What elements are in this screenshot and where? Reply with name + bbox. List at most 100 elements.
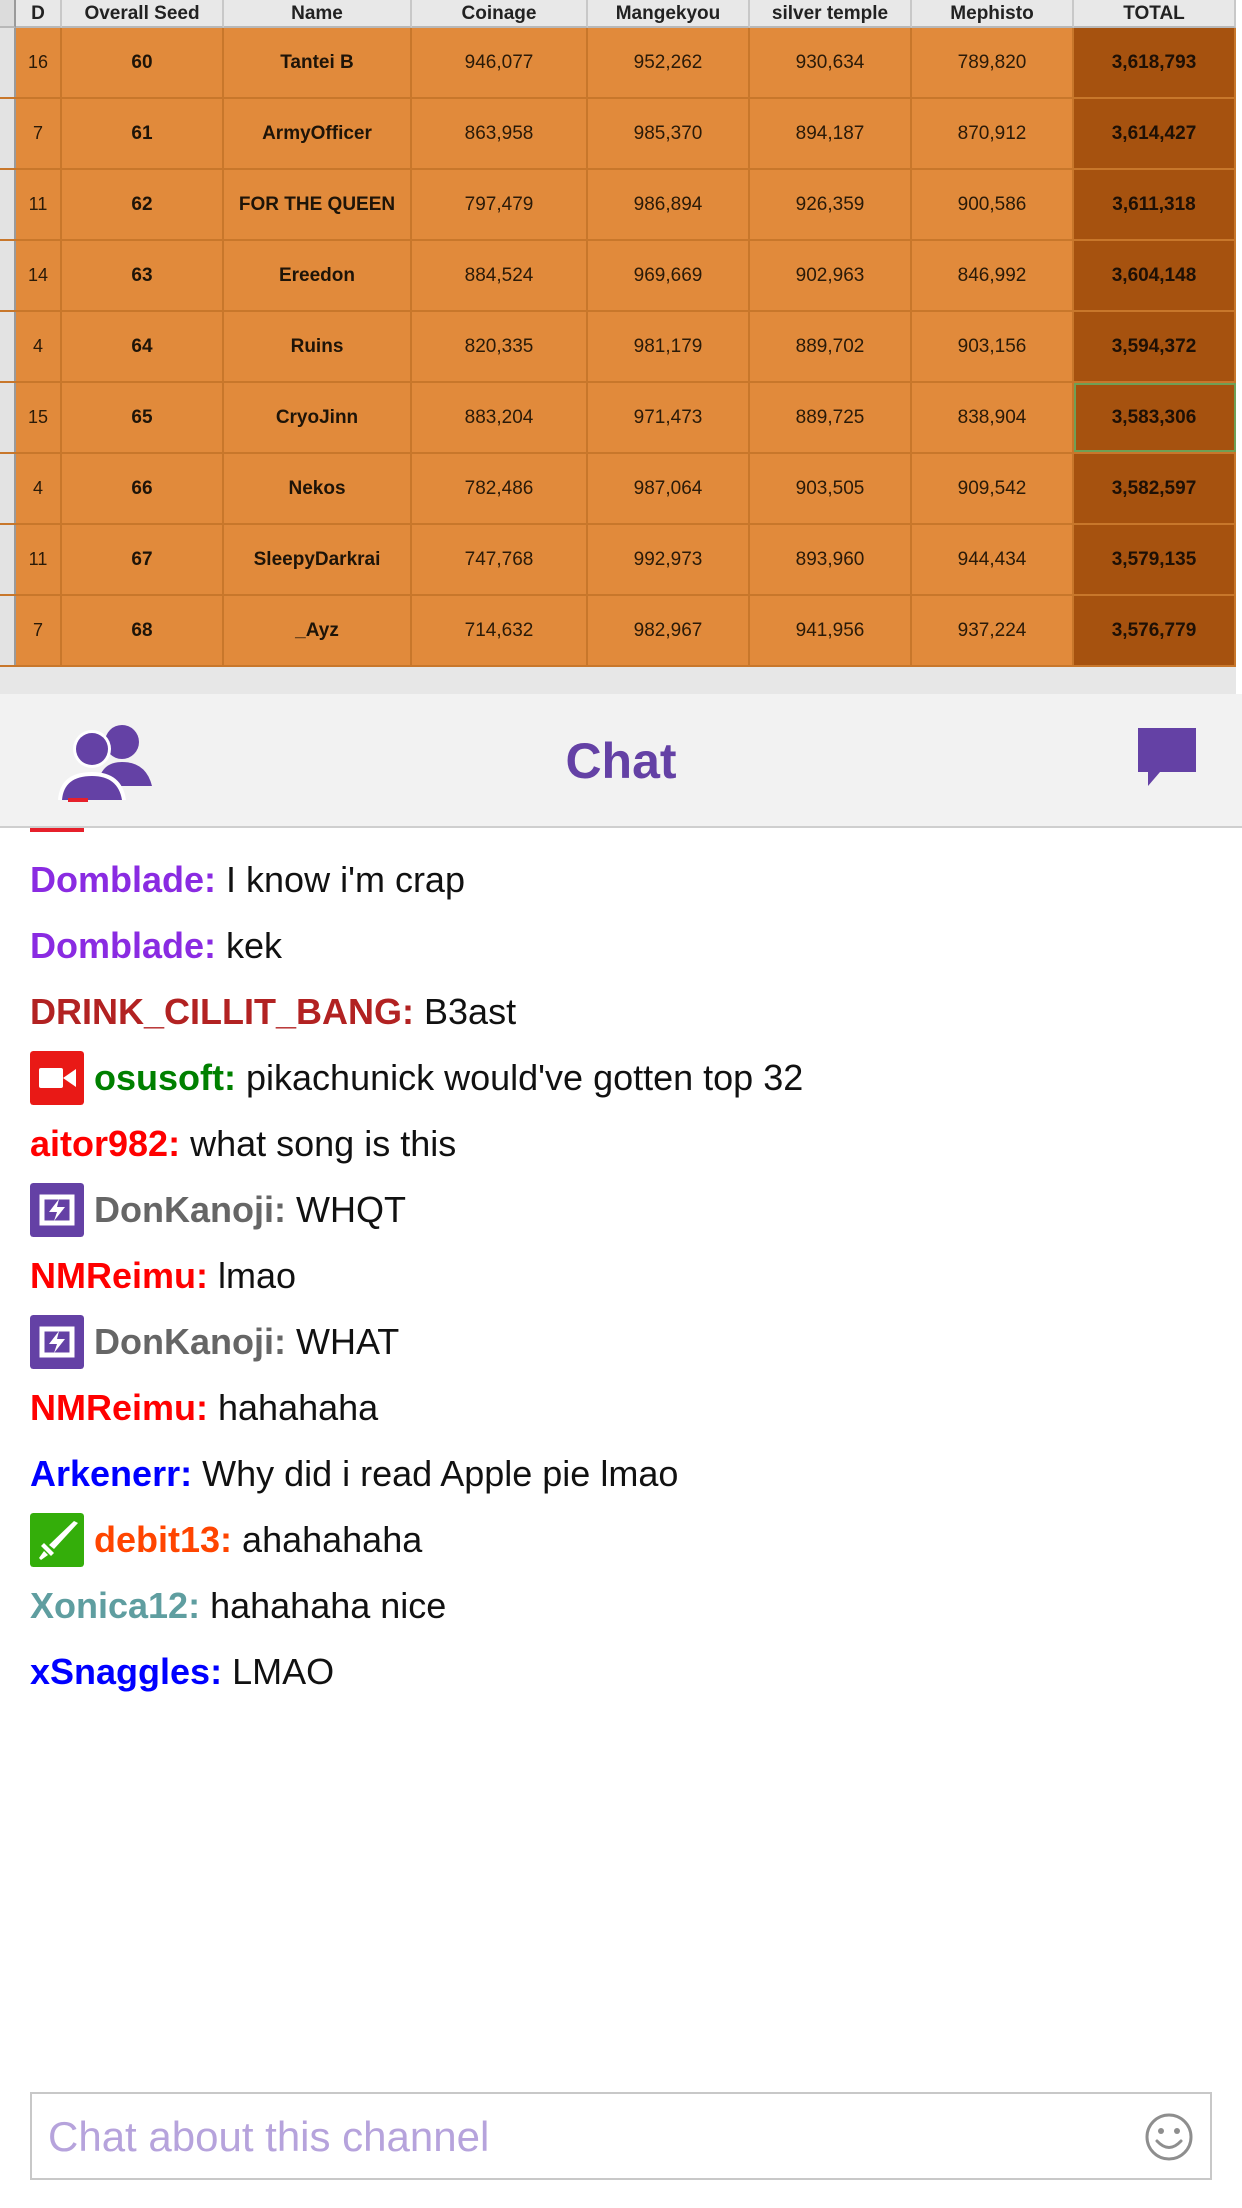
row-silver-temple-cell: 941,956 — [750, 596, 912, 665]
row-mangekyou-cell: 986,894 — [588, 170, 750, 239]
row-d-cell: 4 — [16, 454, 62, 523]
chat-username[interactable]: DonKanoji — [94, 1312, 274, 1372]
chat-message: DRINK_CILLIT_BANG: B3ast — [30, 982, 516, 1042]
row-number-cell — [0, 525, 16, 594]
chat-input[interactable] — [46, 2094, 1130, 2180]
chat-username-colon: : — [188, 1585, 201, 1626]
row-seed-cell: 65 — [62, 383, 224, 452]
row-name-cell: ArmyOfficer — [224, 99, 412, 168]
stream-edge — [1236, 0, 1242, 694]
row-coinage-cell: 820,335 — [412, 312, 588, 381]
row-seed-cell: 66 — [62, 454, 224, 523]
moderator-sword-icon — [30, 1513, 84, 1567]
chat-message-text: WHQT — [295, 1189, 406, 1230]
row-total-cell: 3,614,427 — [1074, 99, 1236, 168]
turbo-bolt-icon — [30, 1315, 84, 1369]
chat-username-colon: : — [168, 1123, 181, 1164]
chat-username-colon: : — [180, 1453, 193, 1494]
table-row: 14 63 Ereedon 884,524 969,669 902,963 846,992 3… — [0, 241, 1236, 312]
row-number-cell — [0, 596, 16, 665]
chat-username[interactable]: DonKanoji — [94, 1180, 274, 1240]
chat-message-text: WHAT — [295, 1321, 400, 1362]
chat-username[interactable]: xSnaggles — [30, 1642, 210, 1702]
chat-message-text: LMAO — [232, 1651, 335, 1692]
chat-message: DonKanoji: WHAT — [30, 1312, 399, 1372]
table-row: 7 68 _Ayz 714,632 982,967 941,956 937,224 3,576… — [0, 596, 1236, 667]
header-cell: Overall Seed — [62, 0, 224, 28]
row-mephisto-cell: 789,820 — [912, 28, 1074, 97]
chat-message: Arkenerr: Why did i read Apple pie lmao — [30, 1444, 678, 1504]
chat-username-colon: : — [220, 1519, 233, 1560]
chat-username[interactable]: debit13 — [94, 1510, 220, 1570]
row-coinage-cell: 797,479 — [412, 170, 588, 239]
row-silver-temple-cell: 902,963 — [750, 241, 912, 310]
table-row: 16 60 Tantei B 946,077 952,262 930,634 789,820… — [0, 28, 1236, 99]
chat-message: Domblade: kek — [30, 916, 282, 976]
chat-message: NMReimu: lmao — [30, 1246, 296, 1306]
chat-username-colon: : — [204, 859, 217, 900]
chat-message-text: B3ast — [424, 991, 517, 1032]
row-mephisto-cell: 909,542 — [912, 454, 1074, 523]
chat-username-colon: : — [224, 1057, 236, 1098]
speech-bubble-icon[interactable] — [1136, 726, 1198, 792]
spreadsheet-rows: 16 60 Tantei B 946,077 952,262 930,634 789,820… — [0, 28, 1236, 667]
row-seed-cell: 63 — [62, 241, 224, 310]
chat-username[interactable]: aitor982 — [30, 1114, 168, 1174]
row-d-cell: 4 — [16, 312, 62, 381]
spreadsheet-header-row: D Overall Seed Name Coinage Mangekyou si… — [0, 0, 1236, 28]
chat-username[interactable]: Arkenerr — [30, 1444, 180, 1504]
row-name-cell: Ereedon — [224, 241, 412, 310]
row-seed-cell: 67 — [62, 525, 224, 594]
row-d-cell: 15 — [16, 383, 62, 452]
chat-username[interactable]: Xonica12 — [30, 1576, 188, 1636]
header-cell: Mangekyou — [588, 0, 750, 28]
row-mangekyou-cell: 985,370 — [588, 99, 750, 168]
chat-username[interactable]: Domblade — [30, 850, 204, 910]
row-name-cell: _Ayz — [224, 596, 412, 665]
row-d-cell: 14 — [16, 241, 62, 310]
table-row: 4 66 Nekos 782,486 987,064 903,505 909,542 3,58… — [0, 454, 1236, 525]
table-row: 7 61 ArmyOfficer 863,958 985,370 894,187 870,9… — [0, 99, 1236, 170]
row-coinage-cell: 863,958 — [412, 99, 588, 168]
row-name-cell: FOR THE QUEEN — [224, 170, 412, 239]
chat-username[interactable]: osusoft — [94, 1048, 224, 1108]
row-total-cell: 3,611,318 — [1074, 170, 1236, 239]
chat-title: Chat — [565, 733, 677, 789]
row-number-cell — [0, 383, 16, 452]
chat-username[interactable]: Domblade — [30, 916, 204, 976]
row-mephisto-cell: 838,904 — [912, 383, 1074, 452]
chat-message-text: pikachunick would've gotten top 32 — [246, 1057, 804, 1098]
chat-message-text: hahahaha — [218, 1387, 379, 1428]
row-mephisto-cell: 937,224 — [912, 596, 1074, 665]
chat-username-colon: : — [273, 1189, 286, 1230]
row-coinage-cell: 782,486 — [412, 454, 588, 523]
row-name-cell: Nekos — [224, 454, 412, 523]
chat-input-container — [30, 2092, 1212, 2180]
chat-username[interactable]: NMReimu — [30, 1378, 196, 1438]
header-cell: TOTAL — [1074, 0, 1236, 28]
chat-username[interactable]: NMReimu — [30, 1246, 196, 1306]
row-total-cell: 3,583,306 — [1074, 383, 1236, 452]
emoji-smiley-icon[interactable] — [1144, 2112, 1194, 2162]
row-total-cell: 3,604,148 — [1074, 241, 1236, 310]
row-coinage-cell: 946,077 — [412, 28, 588, 97]
chat-message-text: lmao — [218, 1255, 297, 1296]
chat-message-text: what song is this — [190, 1123, 457, 1164]
row-mangekyou-cell: 992,973 — [588, 525, 750, 594]
chat-message-list[interactable]: Domblade: I know i'm crap Domblade: kek DRIN… — [0, 828, 1242, 2078]
row-silver-temple-cell: 894,187 — [750, 99, 912, 168]
row-mephisto-cell: 900,586 — [912, 170, 1074, 239]
header-cell: Name — [224, 0, 412, 28]
row-seed-cell: 68 — [62, 596, 224, 665]
row-coinage-cell: 884,524 — [412, 241, 588, 310]
header-cell: D — [16, 0, 62, 28]
stream-video[interactable]: D Overall Seed Name Coinage Mangekyou si… — [0, 0, 1242, 694]
chat-message-text: I know i'm crap — [226, 859, 465, 900]
chat-message: debit13: ahahahaha — [30, 1510, 422, 1570]
chat-username-colon: : — [196, 1255, 209, 1296]
chat-message: osusoft: pikachunick would've gotten top … — [30, 1048, 803, 1108]
chat-username[interactable]: DRINK_CILLIT_BANG — [30, 982, 402, 1042]
row-number-cell — [0, 241, 16, 310]
row-silver-temple-cell: 926,359 — [750, 170, 912, 239]
row-number-cell — [0, 454, 16, 523]
